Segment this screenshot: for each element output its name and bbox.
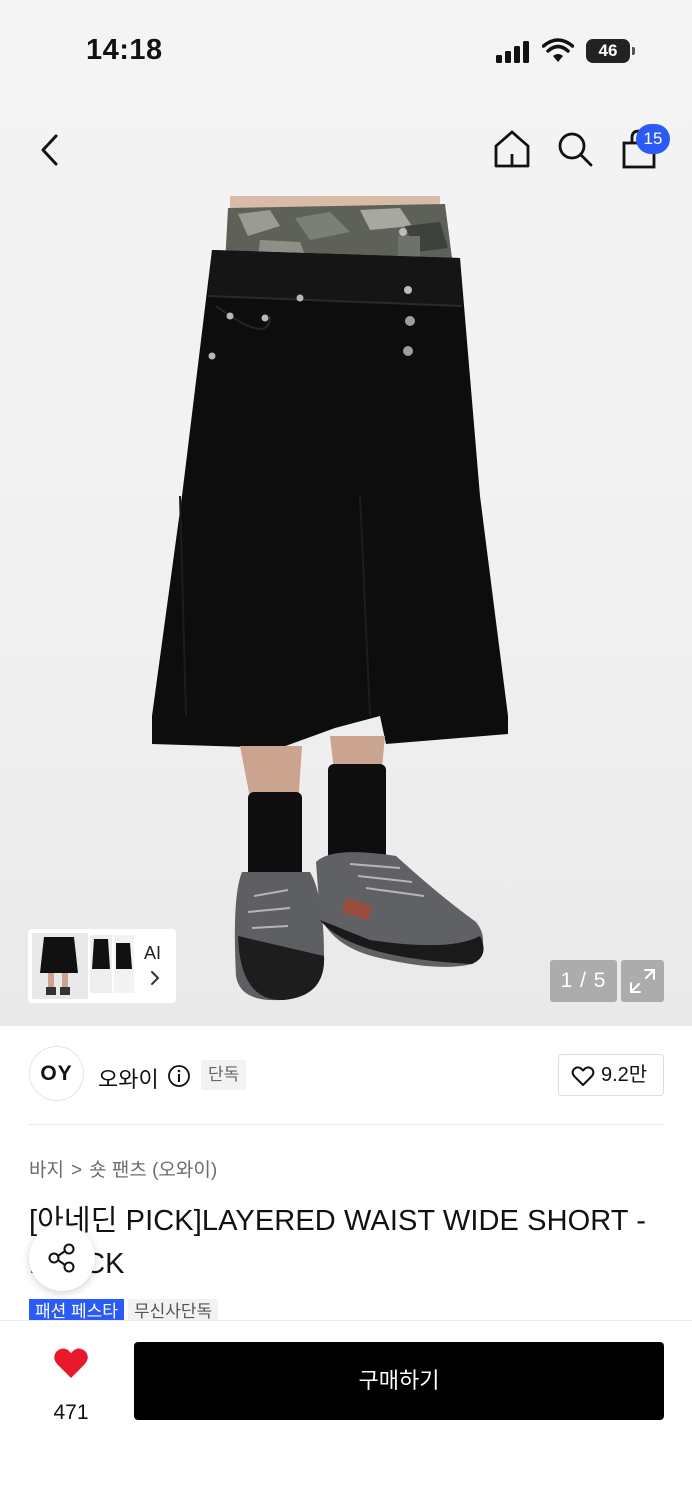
exclusive-tag: 단독 [201, 1060, 247, 1090]
brand-name[interactable]: 오와이 [98, 1062, 159, 1094]
product-title: [아네딘 PICK]LAYERED WAIST WIDE SHORT - BLA… [29, 1205, 647, 1280]
home-icon [494, 130, 530, 168]
battery-indicator: 46 [586, 39, 635, 63]
info-icon[interactable] [167, 1064, 191, 1088]
heart-filled-icon [54, 1348, 88, 1378]
heart-outline-icon [571, 1066, 595, 1086]
wishlist-count: 471 [53, 1401, 89, 1424]
breadcrumb-item-category[interactable]: 바지 [29, 1160, 64, 1181]
divider [28, 1124, 664, 1125]
breadcrumb-separator-icon: > [70, 1160, 83, 1181]
cellular-signal-icon [496, 41, 532, 63]
tag-fashion-festa[interactable]: 패션 페스타 [29, 1299, 124, 1321]
promo-tags: 패션 페스타 무신사단독 [29, 1299, 222, 1321]
chevron-left-icon [41, 134, 58, 166]
bottom-action-bar: 471 구매하기 [0, 1320, 692, 1500]
brand-logo[interactable]: OY [29, 1046, 84, 1101]
buy-button[interactable]: 구매하기 [134, 1342, 664, 1420]
ai-fitting-card[interactable]: AI [28, 929, 176, 1003]
brand-like-button[interactable]: 9.2만 [558, 1054, 664, 1096]
status-time: 14:18 [86, 34, 163, 66]
wifi-icon [542, 38, 574, 62]
brand-like-count: 9.2만 [601, 1064, 648, 1086]
breadcrumb: 바지 > 숏 팬츠 (오와이) [29, 1155, 217, 1182]
thumbnail-image [28, 929, 138, 1003]
search-button[interactable] [553, 126, 597, 172]
share-icon [48, 1243, 75, 1273]
breadcrumb-item-subcategory[interactable]: 숏 팬츠 (오와이) [89, 1160, 217, 1181]
back-button[interactable] [30, 128, 70, 172]
status-bar: 14:18 46 [0, 0, 692, 100]
cart-count-badge: 15 [636, 124, 670, 154]
image-counter: 1 / 5 [550, 960, 617, 1002]
product-image-area[interactable]: 14:18 46 15 AI 1 / 5 [0, 0, 692, 1026]
tag-musinsa-exclusive: 무신사단독 [127, 1299, 219, 1321]
search-icon [558, 132, 593, 167]
ai-label: AI [144, 943, 162, 963]
brand-row: OY 오와이 단독 9.2만 [0, 1026, 692, 1126]
chevron-right-icon [151, 971, 160, 985]
share-button[interactable] [29, 1225, 95, 1291]
expand-icon [630, 969, 655, 993]
expand-button[interactable] [621, 960, 664, 1002]
wishlist-button[interactable]: 471 [38, 1347, 104, 1424]
home-button[interactable] [490, 126, 534, 172]
product-photo [152, 196, 508, 1001]
